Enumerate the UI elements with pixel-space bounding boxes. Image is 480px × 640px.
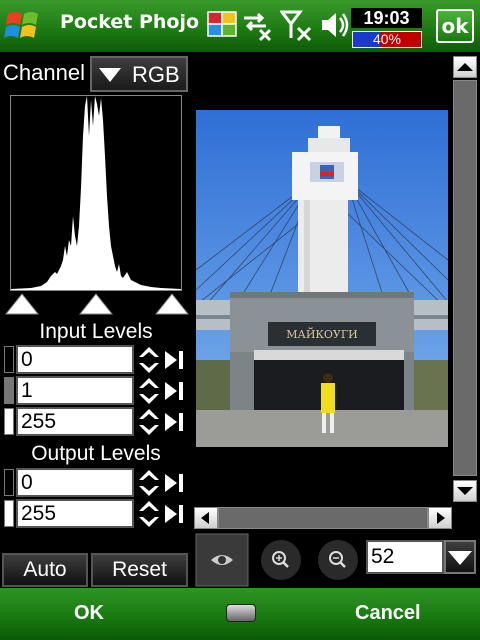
- scroll-right-arrow-icon: [437, 512, 445, 524]
- reset-button[interactable]: Reset: [91, 553, 188, 587]
- input-black-field[interactable]: 0: [16, 345, 134, 374]
- zoom-in-icon: [261, 540, 301, 580]
- connectivity-off-icon[interactable]: [240, 8, 274, 42]
- scroll-left-arrow-icon: [201, 512, 209, 524]
- input-white-field[interactable]: 255: [16, 407, 134, 436]
- vertical-scroll-track[interactable]: [453, 80, 477, 476]
- eye-icon: [195, 533, 249, 587]
- scroll-down-button[interactable]: [453, 480, 477, 502]
- ok-softkey[interactable]: OK: [74, 602, 104, 625]
- input-gamma-skip-icon[interactable]: [164, 377, 186, 405]
- scroll-down-arrow-icon: [457, 487, 473, 495]
- zoom-dropdown-button[interactable]: [444, 540, 476, 574]
- input-levels-title: Input Levels: [39, 320, 153, 343]
- horizontal-scrollbar[interactable]: [194, 507, 452, 529]
- clock-battery-area[interactable]: 19:03 40%: [351, 8, 422, 48]
- sign-text: МАЙКОУГИ: [286, 327, 358, 341]
- input-white-skip-icon[interactable]: [164, 408, 186, 436]
- input-gamma-slider-handle[interactable]: [78, 292, 114, 316]
- windows-start-icon[interactable]: [4, 6, 44, 46]
- app-window: Pocket Phojo 19:03 40% ok Channel RGB In…: [0, 0, 480, 640]
- black-swatch: [4, 346, 14, 373]
- channel-dropdown[interactable]: RGB: [90, 56, 188, 92]
- vertical-scrollbar[interactable]: [452, 56, 478, 502]
- scroll-right-button[interactable]: [428, 507, 452, 529]
- input-black-spinner-icon[interactable]: [138, 346, 160, 374]
- horizontal-scroll-track[interactable]: [218, 507, 428, 529]
- input-gamma-field[interactable]: 1: [16, 376, 134, 405]
- preview-image[interactable]: МАЙКОУГИ: [196, 110, 448, 447]
- scroll-up-arrow-icon: [457, 63, 473, 71]
- battery-percent: 40%: [372, 31, 402, 47]
- histogram: [10, 95, 182, 291]
- dropdown-arrow-icon: [99, 68, 121, 82]
- output-black-spinner-icon[interactable]: [138, 469, 160, 497]
- signal-off-icon[interactable]: [279, 8, 314, 42]
- output-levels-title: Output Levels: [31, 442, 161, 465]
- output-white-spinner-icon[interactable]: [138, 500, 160, 528]
- scroll-left-button[interactable]: [194, 507, 218, 529]
- dropdown-arrow-icon: [448, 551, 472, 565]
- title-ok-button[interactable]: ok: [436, 9, 474, 43]
- output-white-field[interactable]: 255: [16, 499, 134, 528]
- output-white-swatch: [4, 500, 14, 527]
- keyboard-icon[interactable]: [226, 604, 256, 622]
- gray-swatch: [4, 377, 14, 404]
- output-black-skip-icon[interactable]: [164, 469, 186, 497]
- cancel-softkey[interactable]: Cancel: [355, 602, 421, 625]
- volume-icon[interactable]: [318, 8, 352, 42]
- input-gamma-spinner-icon[interactable]: [138, 377, 160, 405]
- zoom-level-field[interactable]: 52: [366, 540, 444, 574]
- clock: 19:03: [351, 8, 422, 28]
- output-white-skip-icon[interactable]: [164, 500, 186, 528]
- output-black-field[interactable]: 0: [16, 468, 134, 497]
- title-bar: Pocket Phojo 19:03 40% ok: [0, 0, 480, 52]
- input-white-spinner-icon[interactable]: [138, 408, 160, 436]
- output-black-swatch: [4, 469, 14, 496]
- preview-toggle-button[interactable]: [195, 533, 249, 587]
- white-swatch: [4, 408, 14, 435]
- input-black-skip-icon[interactable]: [164, 346, 186, 374]
- zoom-out-button[interactable]: [311, 533, 365, 587]
- scroll-up-button[interactable]: [453, 56, 477, 78]
- softkey-bar: OK Cancel: [0, 588, 480, 640]
- auto-button[interactable]: Auto: [2, 553, 88, 587]
- battery-indicator: 40%: [352, 31, 422, 48]
- pocket-phojo-tray-icon[interactable]: [206, 8, 240, 42]
- app-title: Pocket Phojo: [60, 11, 200, 33]
- input-black-slider-handle[interactable]: [4, 292, 40, 316]
- channel-value: RGB: [132, 62, 180, 87]
- input-white-slider-handle[interactable]: [154, 292, 190, 316]
- zoom-out-icon: [318, 540, 358, 580]
- zoom-in-button[interactable]: [254, 533, 308, 587]
- channel-label: Channel: [3, 60, 85, 85]
